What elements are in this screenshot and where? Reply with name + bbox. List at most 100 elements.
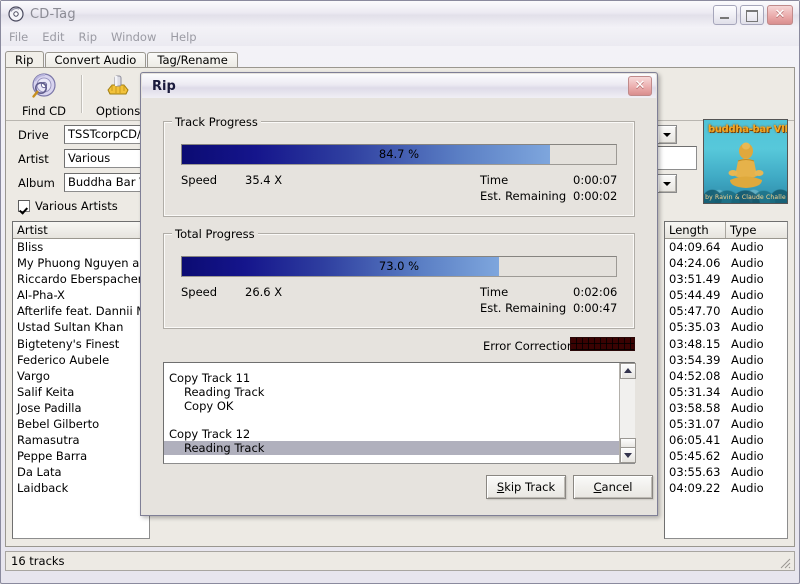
log-line[interactable]: Copy Track 11 [164, 371, 634, 385]
maximize-icon [746, 10, 758, 22]
track-progress-percent: 84.7 % [182, 145, 616, 164]
track-row[interactable]: 05:47.70Audio [665, 303, 787, 319]
maximize-button[interactable] [740, 5, 764, 25]
track-row[interactable]: 05:45.62Audio [665, 448, 787, 464]
minimize-button[interactable] [713, 5, 737, 25]
track-row[interactable]: 05:44.49Audio [665, 287, 787, 303]
column-header-artist[interactable]: Artist [13, 222, 149, 238]
menu-rip[interactable]: Rip [79, 30, 98, 44]
track-type-cell: Audio [727, 464, 787, 480]
scrollbar-down-button[interactable] [620, 447, 636, 463]
artist-list-item[interactable]: Riccardo Eberspacher [13, 271, 149, 287]
track-length-cell: 04:09.22 [665, 480, 727, 496]
artist-list-item[interactable]: Federico Aubele [13, 352, 149, 368]
track-row[interactable]: 03:55.63Audio [665, 464, 787, 480]
track-row[interactable]: 05:35.03Audio [665, 319, 787, 335]
track-row[interactable]: 04:09.64Audio [665, 239, 787, 255]
artist-list[interactable]: Artist BlissMy Phuong Nguyen and ThRicca… [12, 221, 150, 539]
artist-list-item[interactable]: Al-Pha-X [13, 287, 149, 303]
total-progress-legend: Total Progress [172, 227, 258, 241]
track-row[interactable]: 03:48.15Audio [665, 336, 787, 352]
track-type-cell: Audio [727, 287, 787, 303]
statusbar-text: 16 tracks [11, 554, 65, 568]
track-length-cell: 03:55.63 [665, 464, 727, 480]
artist-list-item[interactable]: Bliss [13, 239, 149, 255]
error-correction-meter [570, 337, 635, 351]
window-titlebar: CD-Tag ✕ [1, 1, 799, 27]
track-row[interactable]: 04:09.22Audio [665, 480, 787, 496]
artist-list-item[interactable]: Peppe Barra [13, 448, 149, 464]
artist-list-item[interactable]: Bigteteny's Finest [13, 336, 149, 352]
artist-list-item[interactable]: Jose Padilla [13, 400, 149, 416]
menu-edit[interactable]: Edit [42, 30, 64, 44]
find-cd-button[interactable]: Find CD [12, 71, 76, 118]
track-row[interactable]: 04:52.08Audio [665, 368, 787, 384]
log-scrollbar[interactable] [619, 363, 635, 463]
scrollbar-up-button[interactable] [620, 363, 636, 379]
column-header-type[interactable]: Type [726, 222, 787, 238]
menu-window[interactable]: Window [111, 30, 156, 44]
album-art-subtitle: by Ravin & Claude Challe [704, 194, 787, 201]
scroll-down-button[interactable] [657, 174, 677, 193]
track-remaining-label: Est. Remaining [480, 189, 566, 203]
chevron-down-icon [663, 182, 671, 186]
minimize-icon [720, 17, 729, 19]
drive-label: Drive [18, 128, 49, 142]
skip-track-button[interactable]: Skip Track [486, 475, 566, 499]
rip-log-listbox[interactable]: Copy Track 11Reading TrackCopy OK Copy T… [163, 362, 635, 464]
track-row[interactable]: 05:31.07Audio [665, 416, 787, 432]
skip-track-label: Skip Track [497, 480, 555, 494]
artist-list-item[interactable]: Salif Keita [13, 384, 149, 400]
various-artists-checkbox[interactable]: Various Artists [18, 199, 118, 213]
track-row[interactable]: 05:31.34Audio [665, 384, 787, 400]
log-line[interactable]: Reading Track [164, 441, 634, 455]
track-type-cell: Audio [727, 416, 787, 432]
track-row[interactable]: 06:05.41Audio [665, 432, 787, 448]
track-row[interactable]: 03:58.58Audio [665, 400, 787, 416]
art-index-field[interactable] [657, 146, 697, 170]
menu-file[interactable]: File [9, 30, 28, 44]
track-row[interactable]: 03:54.39Audio [665, 352, 787, 368]
cancel-button[interactable]: Cancel [573, 475, 653, 499]
artist-list-item[interactable]: Bebel Gilberto [13, 416, 149, 432]
cancel-label: Cancel [594, 480, 633, 494]
track-type-cell: Audio [727, 448, 787, 464]
scroll-up-button[interactable] [657, 125, 677, 144]
close-icon: ✕ [635, 78, 646, 93]
artist-list-item[interactable]: Da Lata [13, 464, 149, 480]
rip-dialog-close-button[interactable]: ✕ [628, 76, 652, 96]
artist-list-item[interactable]: My Phuong Nguyen and Th [13, 255, 149, 271]
track-length-cell: 05:47.70 [665, 303, 727, 319]
artist-list-item[interactable]: Ramasutra [13, 432, 149, 448]
resize-grip-icon[interactable] [779, 556, 791, 568]
track-length-cell: 03:48.15 [665, 336, 727, 352]
track-type-cell: Audio [727, 400, 787, 416]
column-header-length[interactable]: Length [665, 222, 726, 238]
track-length-cell: 05:31.34 [665, 384, 727, 400]
track-time-label: Time [480, 173, 508, 187]
artist-list-item[interactable]: Afterlife feat. Dannii Minogu [13, 303, 149, 319]
total-progress-percent: 73.0 % [182, 257, 616, 276]
track-length-type-list[interactable]: Length Type 04:09.64Audio04:24.06Audio03… [664, 221, 788, 539]
log-line[interactable]: Copy OK [164, 399, 634, 413]
tab-tag-rename[interactable]: Tag/Rename [147, 52, 238, 68]
tab-rip[interactable]: Rip [5, 51, 44, 68]
close-button[interactable]: ✕ [767, 5, 793, 25]
track-type-cell: Audio [727, 432, 787, 448]
log-line[interactable]: Reading Track [164, 385, 634, 399]
menu-help[interactable]: Help [170, 30, 196, 44]
artist-list-header: Artist [13, 222, 149, 239]
track-row[interactable]: 04:24.06Audio [665, 255, 787, 271]
tab-convert-audio[interactable]: Convert Audio [45, 52, 147, 68]
album-art-thumbnail[interactable]: buddha-bar VII by Ravin & Claude Challe [703, 119, 788, 204]
artist-label: Artist [18, 152, 49, 166]
artist-list-item[interactable]: Ustad Sultan Khan [13, 319, 149, 335]
log-line[interactable] [164, 413, 634, 427]
track-row[interactable]: 03:51.49Audio [665, 271, 787, 287]
artist-list-item[interactable]: Laidback [13, 480, 149, 496]
log-line[interactable]: Copy Track 12 [164, 427, 634, 441]
rip-dialog-body: Track Progress 84.7 % Speed 35.4 X Time … [145, 100, 653, 514]
track-speed-value: 35.4 X [245, 173, 282, 187]
artist-list-item[interactable]: Vargo [13, 368, 149, 384]
album-label: Album [18, 176, 55, 190]
